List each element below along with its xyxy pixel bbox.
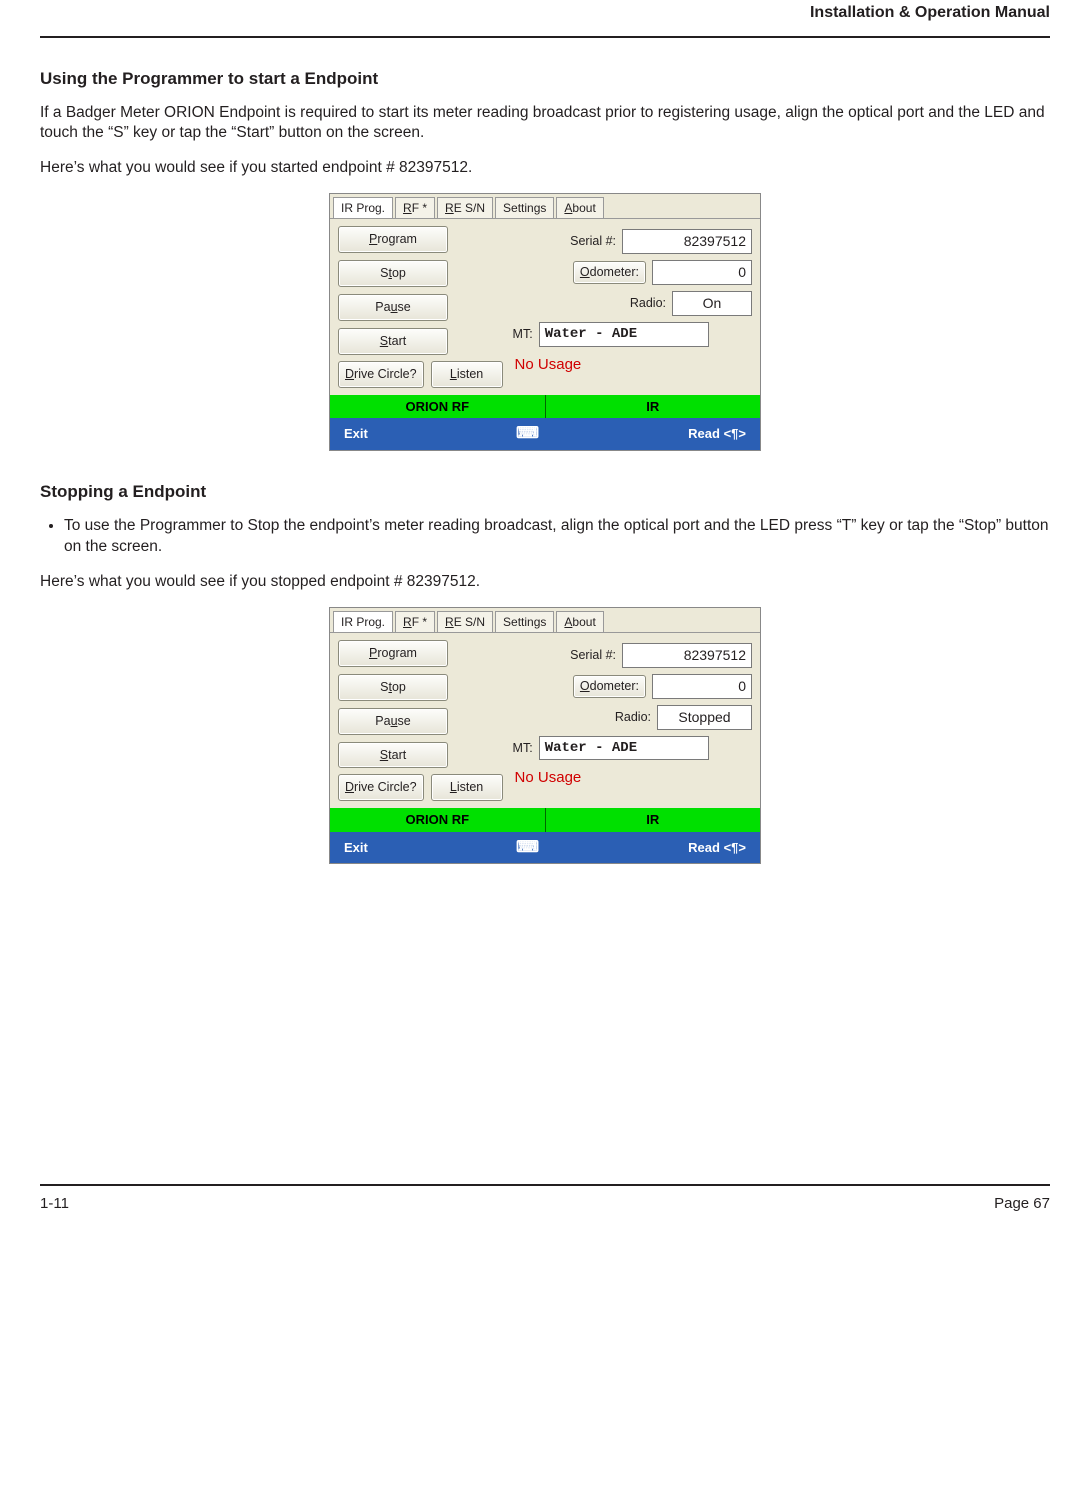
serial-label: Serial #: xyxy=(570,647,616,664)
no-usage-status: No Usage xyxy=(513,768,752,788)
listen-button[interactable]: Listen xyxy=(431,774,503,801)
bullet-item: To use the Programmer to Stop the endpoi… xyxy=(64,516,1050,558)
exit-button[interactable]: Exit xyxy=(344,425,368,443)
footer-right: Page 67 xyxy=(994,1194,1050,1214)
radio-value: Stopped xyxy=(657,705,752,730)
program-button[interactable]: Program xyxy=(338,226,448,253)
no-usage-status: No Usage xyxy=(513,355,752,375)
ir-indicator: IR xyxy=(545,395,761,419)
serial-label: Serial #: xyxy=(570,233,616,250)
tab-settings[interactable]: Settings xyxy=(495,197,554,218)
read-button[interactable]: Read <¶> xyxy=(688,425,746,443)
orion-rf-indicator: ORION RF xyxy=(330,395,545,419)
keyboard-icon[interactable]: ⌨ xyxy=(368,423,688,445)
tab-re-sn[interactable]: RE S/N xyxy=(437,611,493,632)
tab-rf[interactable]: RF * xyxy=(395,197,435,218)
page-footer: 1-11 Page 67 xyxy=(40,1186,1050,1214)
odometer-value: 0 xyxy=(652,674,752,699)
tab-ir-prog[interactable]: IR Prog. xyxy=(333,197,393,218)
programmer-screenshot-stopped: IR Prog. RF * RE S/N Settings About Prog… xyxy=(329,607,761,865)
stop-button[interactable]: Stop xyxy=(338,674,448,701)
section-title-start: Using the Programmer to start a Endpoint xyxy=(40,68,1050,91)
drive-circle-button[interactable]: Drive Circle? xyxy=(338,361,424,388)
radio-label: Radio: xyxy=(630,295,666,312)
read-button[interactable]: Read <¶> xyxy=(688,839,746,857)
exit-button[interactable]: Exit xyxy=(344,839,368,857)
status-bar-green: ORION RF IR xyxy=(330,395,760,419)
tab-rf[interactable]: RF * xyxy=(395,611,435,632)
tab-ir-prog[interactable]: IR Prog. xyxy=(333,611,393,632)
tab-re-sn[interactable]: RE S/N xyxy=(437,197,493,218)
doc-header: Installation & Operation Manual xyxy=(40,2,1050,24)
bottom-bar: Exit ⌨ Read <¶> xyxy=(330,418,760,450)
listen-button[interactable]: Listen xyxy=(431,361,503,388)
top-rule xyxy=(40,36,1050,38)
odometer-button[interactable]: Odometer: xyxy=(573,261,646,284)
paragraph: If a Badger Meter ORION Endpoint is requ… xyxy=(40,103,1050,145)
bullet-list: To use the Programmer to Stop the endpoi… xyxy=(64,516,1050,558)
tab-settings[interactable]: Settings xyxy=(495,611,554,632)
mt-value: Water - ADE xyxy=(539,322,709,347)
programmer-screenshot-started: IR Prog. RF * RE S/N Settings About Prog… xyxy=(329,193,761,451)
pause-button[interactable]: Pause xyxy=(338,708,448,735)
radio-value: On xyxy=(672,291,752,316)
ir-indicator: IR xyxy=(545,808,761,832)
start-button[interactable]: Start xyxy=(338,742,448,769)
paragraph: Here’s what you would see if you started… xyxy=(40,158,1050,179)
radio-label: Radio: xyxy=(615,709,651,726)
mt-label: MT: xyxy=(513,326,533,343)
mt-label: MT: xyxy=(513,740,533,757)
tab-about[interactable]: About xyxy=(556,611,603,632)
odometer-value: 0 xyxy=(652,260,752,285)
odometer-button[interactable]: Odometer: xyxy=(573,675,646,698)
tab-about[interactable]: About xyxy=(556,197,603,218)
bottom-bar: Exit ⌨ Read <¶> xyxy=(330,832,760,864)
section-title-stop: Stopping a Endpoint xyxy=(40,481,1050,504)
program-button[interactable]: Program xyxy=(338,640,448,667)
keyboard-icon[interactable]: ⌨ xyxy=(368,837,688,859)
tab-strip: IR Prog. RF * RE S/N Settings About xyxy=(330,194,760,219)
serial-value: 82397512 xyxy=(622,643,752,668)
pause-button[interactable]: Pause xyxy=(338,294,448,321)
footer-left: 1-11 xyxy=(40,1194,69,1214)
drive-circle-button[interactable]: Drive Circle? xyxy=(338,774,424,801)
start-button[interactable]: Start xyxy=(338,328,448,355)
orion-rf-indicator: ORION RF xyxy=(330,808,545,832)
status-bar-green: ORION RF IR xyxy=(330,808,760,832)
serial-value: 82397512 xyxy=(622,229,752,254)
paragraph: Here’s what you would see if you stopped… xyxy=(40,572,1050,593)
stop-button[interactable]: Stop xyxy=(338,260,448,287)
mt-value: Water - ADE xyxy=(539,736,709,761)
tab-strip: IR Prog. RF * RE S/N Settings About xyxy=(330,608,760,633)
